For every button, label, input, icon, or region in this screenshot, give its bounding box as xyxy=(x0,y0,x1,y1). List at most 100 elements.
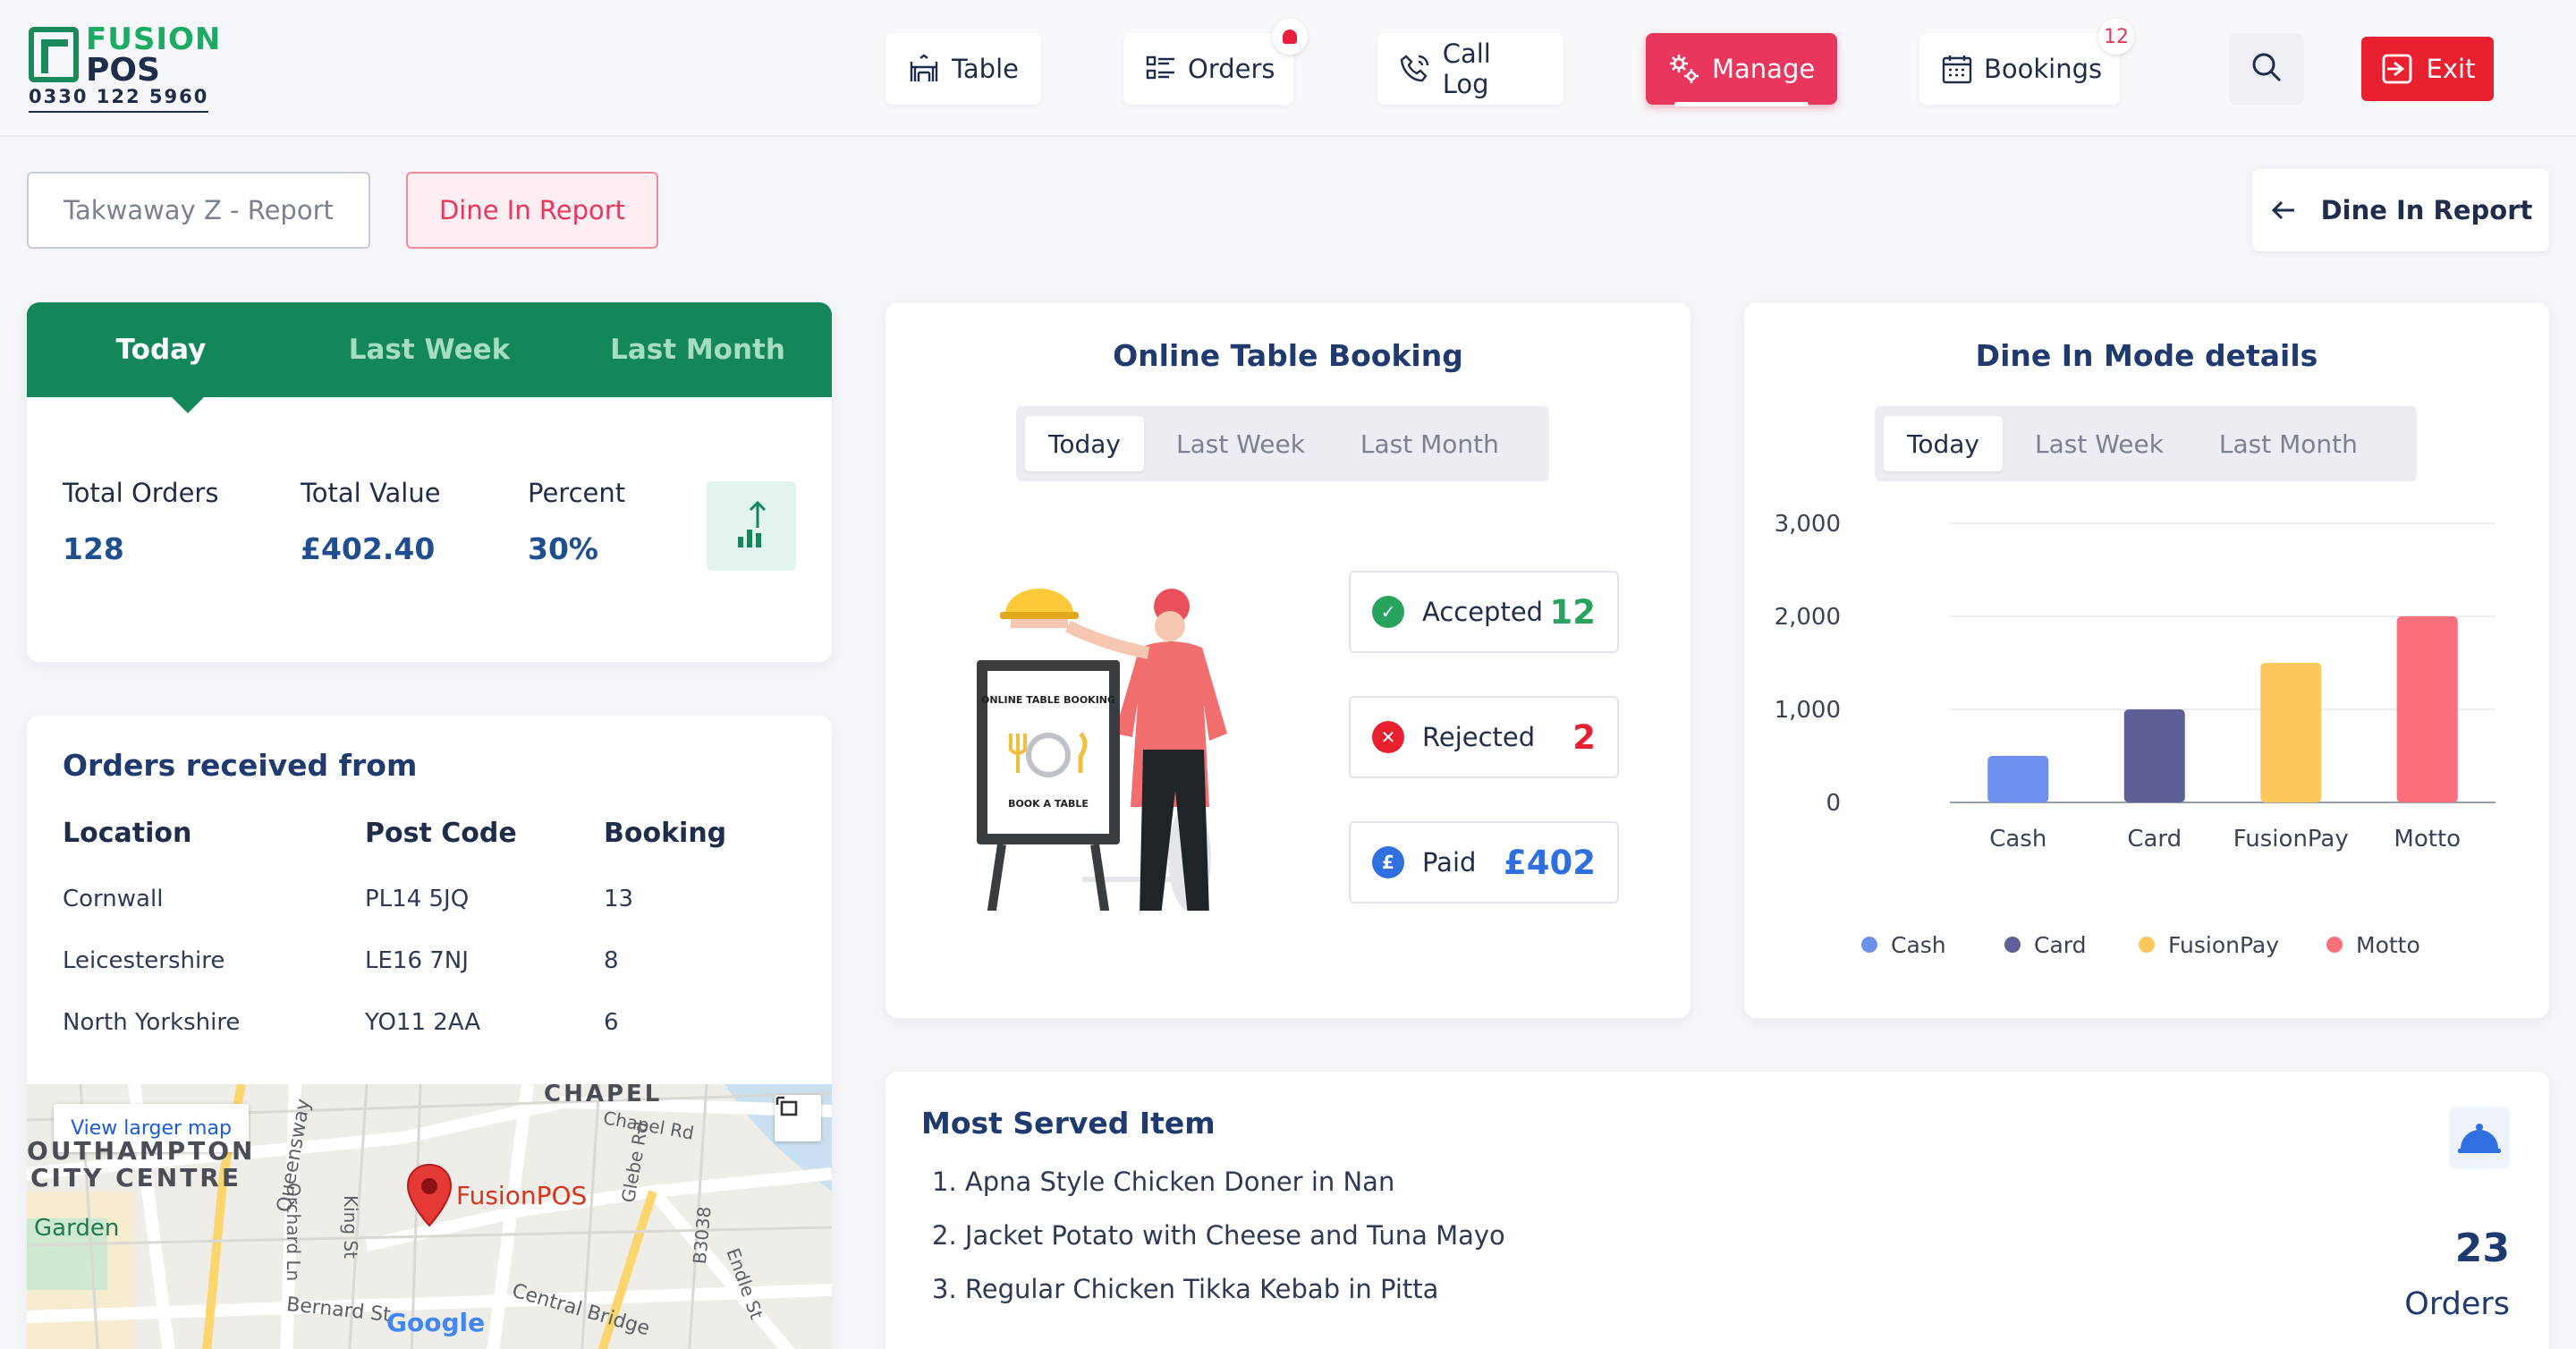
nav-manage-label: Manage xyxy=(1712,54,1816,84)
search-icon xyxy=(2249,49,2284,89)
exit-label: Exit xyxy=(2426,54,2476,84)
booking-tab-today[interactable]: Today xyxy=(1025,416,1144,471)
nav-orders-button[interactable]: Orders xyxy=(1123,19,1308,105)
percent-value: 30% xyxy=(528,531,598,566)
percent-label: Percent xyxy=(528,478,626,508)
rejected-count: 2 xyxy=(1572,717,1596,757)
served-item-2: 2. Jacket Potato with Cheese and Tuna Ma… xyxy=(932,1220,1505,1251)
takeaway-report-button[interactable]: Takwaway Z - Report xyxy=(27,172,370,249)
orders-received-card: Orders received from Location Post Code … xyxy=(27,716,832,1349)
booking-tab-last-week[interactable]: Last Week xyxy=(1153,416,1328,471)
tab-last-month[interactable]: Last Month xyxy=(564,302,832,397)
cloche-icon xyxy=(2449,1107,2510,1168)
bar-cash xyxy=(1987,756,2049,802)
table-row-2-booking: 8 xyxy=(604,947,619,974)
active-tab-pointer xyxy=(170,395,206,413)
y-tick-label: 1,000 xyxy=(1775,697,1841,724)
nav-table-button[interactable]: Table xyxy=(886,33,1041,105)
dine-in-bar-chart: 0 1,000 2,000 3,000 Cash Card FusionPay Motto Ca… xyxy=(1775,511,2496,958)
online-table-booking-card: Online Table Booking Today Last Week Las… xyxy=(886,302,1690,1018)
map-pin-label: FusionPOS xyxy=(456,1181,588,1210)
pound-coin-icon: £ xyxy=(1372,846,1404,878)
table-row-1-location: Cornwall xyxy=(63,886,164,912)
board-title: ONLINE TABLE BOOKING xyxy=(981,694,1115,706)
phone-icon xyxy=(1399,52,1432,86)
nav-orders-label: Orders xyxy=(1188,54,1275,84)
google-logo: Google xyxy=(386,1308,486,1337)
orders-alert-badge xyxy=(1272,19,1308,55)
exit-button[interactable]: Exit xyxy=(2361,37,2494,101)
fusion-pos-logo[interactable]: FUSION POS 0330 122 5960 xyxy=(27,21,220,115)
trending-up-icon xyxy=(707,481,796,571)
location-column-header: Location xyxy=(63,818,192,849)
map-label-king-st: King St xyxy=(340,1195,361,1259)
top-bar: FUSION POS 0330 122 5960 Table Orders Ca… xyxy=(0,0,2576,137)
total-orders-value: 128 xyxy=(63,531,124,566)
list-icon xyxy=(1145,52,1177,86)
nav-bookings-button[interactable]: Bookings 12 xyxy=(1919,19,2134,105)
map-label-chapel: CHAPEL xyxy=(544,1084,663,1107)
accepted-count: 12 xyxy=(1549,592,1597,632)
total-value-stat: Total Value £402.40 xyxy=(301,478,441,566)
total-value-value: £402.40 xyxy=(301,531,436,566)
paid-label: Paid xyxy=(1422,847,1477,878)
table-row-3-location: North Yorkshire xyxy=(63,1009,241,1036)
legend-marker xyxy=(2326,937,2343,953)
summary-stats-card: Today Last Week Last Month Total Orders … xyxy=(27,302,832,662)
accepted-bookings-stat: ✓ Accepted 12 xyxy=(1349,571,1619,653)
dine-in-mode-card: Dine In Mode details Today Last Week Las… xyxy=(1744,302,2549,1018)
map-label-garden: Garden xyxy=(34,1215,120,1242)
total-orders-label: Total Orders xyxy=(63,478,219,508)
nav-call-log-button[interactable]: Call Log xyxy=(1377,33,1563,105)
bar-fusionpay xyxy=(2260,663,2322,802)
chef-illustration: ONLINE TABLE BOOKING BOOK A TABLE xyxy=(975,580,1252,917)
nav-table-label: Table xyxy=(952,54,1019,84)
legend-marker xyxy=(2139,937,2155,953)
bar-card xyxy=(2123,709,2185,802)
logo-icon xyxy=(29,27,79,82)
paid-bookings-stat: £ Paid £402 xyxy=(1349,821,1619,904)
nav-call-log-label: Call Log xyxy=(1442,38,1491,99)
stats-period-tabs: Today Last Week Last Month xyxy=(27,302,832,397)
nav-manage-button[interactable]: Manage xyxy=(1646,33,1837,106)
table-row-3-postcode: YO11 2AA xyxy=(365,1009,481,1036)
close-icon: ✕ xyxy=(1372,721,1404,753)
table-row-1-booking: 13 xyxy=(604,886,634,912)
bar-motto xyxy=(2396,616,2458,802)
paid-amount: £402 xyxy=(1504,843,1596,882)
location-map[interactable]: View larger map OUTHAMPTON CITY CENTRE C… xyxy=(27,1084,832,1349)
served-item-1: 1. Apna Style Chicken Doner in Nan xyxy=(932,1167,1395,1197)
dine-in-report-button[interactable]: Dine In Report xyxy=(406,172,658,249)
table-row-2-postcode: LE16 7NJ xyxy=(365,947,469,974)
fullscreen-toggle[interactable] xyxy=(775,1095,821,1141)
legend-label: Card xyxy=(2034,932,2086,958)
map-label-city: OUTHAMPTON xyxy=(27,1136,256,1166)
x-tick-label: FusionPay xyxy=(2233,826,2349,853)
tab-today[interactable]: Today xyxy=(27,302,295,397)
tab-last-week[interactable]: Last Week xyxy=(295,302,564,397)
booking-tab-last-month[interactable]: Last Month xyxy=(1337,416,1522,471)
total-value-label: Total Value xyxy=(301,478,441,508)
postcode-column-header: Post Code xyxy=(365,818,517,849)
bookings-count-badge: 12 xyxy=(2098,19,2134,55)
check-icon: ✓ xyxy=(1372,596,1404,628)
x-tick-label: Card xyxy=(2127,826,2182,853)
rejected-bookings-stat: ✕ Rejected 2 xyxy=(1349,696,1619,778)
y-tick-label: 3,000 xyxy=(1775,511,1841,538)
legend-label: Motto xyxy=(2356,932,2420,958)
x-tick-label: Cash xyxy=(1989,826,2046,853)
legend-label: FusionPay xyxy=(2168,932,2279,958)
x-tick-label: Motto xyxy=(2394,826,2461,853)
search-button[interactable] xyxy=(2229,33,2304,105)
legend-marker xyxy=(1861,937,1877,953)
served-orders-count: 23 xyxy=(2454,1226,2510,1271)
back-to-dine-in-report-button[interactable]: Dine In Report xyxy=(2252,169,2549,251)
percent-stat: Percent 30% xyxy=(528,478,625,566)
table-icon xyxy=(907,52,941,86)
booking-column-header: Booking xyxy=(604,818,727,849)
board-subtitle: BOOK A TABLE xyxy=(1008,798,1089,810)
gears-icon xyxy=(1667,52,1701,86)
nav-bookings-label: Bookings xyxy=(1984,54,2103,84)
logout-icon xyxy=(2380,52,2414,86)
orders-received-title: Orders received from xyxy=(63,748,418,783)
